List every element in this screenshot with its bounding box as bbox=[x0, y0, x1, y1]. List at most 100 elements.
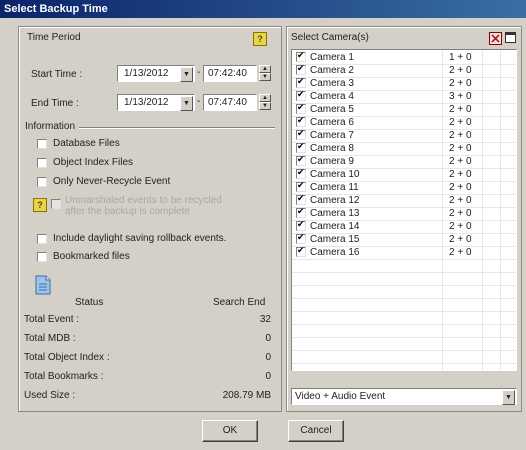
status-row-value: 0 bbox=[265, 333, 271, 344]
status-row: Used Size : 208.79 MB bbox=[24, 390, 271, 403]
cameras-title: Select Camera(s) bbox=[291, 32, 369, 43]
start-time-value: 07:42:40 bbox=[208, 68, 247, 79]
cameras-panel: Select Camera(s) Camera 1 1 + 0 Camera 2 2… bbox=[286, 26, 522, 412]
camera-row[interactable]: Camera 5 2 + 0 bbox=[292, 102, 516, 117]
camera-name: Camera 8 bbox=[310, 143, 354, 154]
spin-up-icon[interactable]: ▲ bbox=[259, 65, 271, 73]
cancel-button[interactable]: Cancel bbox=[288, 420, 344, 442]
camera-row[interactable]: Camera 6 2 + 0 bbox=[292, 115, 516, 130]
camera-row[interactable]: Camera 3 2 + 0 bbox=[292, 76, 516, 91]
camera-name: Camera 6 bbox=[310, 117, 354, 128]
camera-count: 2 + 0 bbox=[449, 208, 472, 219]
camera-name: Camera 4 bbox=[310, 91, 354, 102]
search-end-header: Search End bbox=[213, 297, 266, 308]
camera-name: Camera 9 bbox=[310, 156, 354, 167]
start-date-value: 1/13/2012 bbox=[124, 68, 169, 79]
ok-button[interactable]: OK bbox=[202, 420, 258, 442]
camera-checkbox[interactable] bbox=[296, 206, 306, 218]
camera-checkbox[interactable] bbox=[296, 63, 306, 75]
camera-checkbox[interactable] bbox=[296, 128, 306, 140]
status-row-label: Used Size : bbox=[24, 390, 76, 401]
status-row-label: Total Event : bbox=[24, 314, 80, 325]
camera-checkbox[interactable] bbox=[296, 76, 306, 88]
camera-name: Camera 1 bbox=[310, 52, 354, 63]
camera-row[interactable]: Camera 15 2 + 0 bbox=[292, 232, 516, 247]
help-icon[interactable]: ? bbox=[253, 32, 267, 46]
status-row-label: Total MDB : bbox=[24, 333, 76, 344]
status-row: Total MDB : 0 bbox=[24, 333, 271, 346]
camera-count: 2 + 0 bbox=[449, 221, 472, 232]
camera-checkbox[interactable] bbox=[296, 50, 306, 62]
camera-checkbox[interactable] bbox=[296, 232, 306, 244]
start-time-label: Start Time : bbox=[31, 69, 83, 80]
camera-row[interactable]: Camera 7 2 + 0 bbox=[292, 128, 516, 143]
status-row-value: 0 bbox=[265, 352, 271, 363]
end-date-picker[interactable]: 1/13/2012 ▼ bbox=[117, 94, 195, 111]
event-type-dropdown[interactable]: Video + Audio Event ▼ bbox=[291, 388, 517, 405]
status-row-value: 208.79 MB bbox=[222, 390, 271, 401]
camera-row[interactable]: Camera 13 2 + 0 bbox=[292, 206, 516, 221]
camera-row[interactable]: Camera 12 2 + 0 bbox=[292, 193, 516, 208]
object-index-files-label: Object Index Files bbox=[53, 157, 134, 168]
camera-row[interactable]: Camera 10 2 + 0 bbox=[292, 167, 516, 182]
camera-checkbox[interactable] bbox=[296, 115, 306, 127]
unmarshaled-label-line2: after the backup is complete bbox=[65, 206, 191, 217]
separator-dash: - bbox=[197, 96, 201, 107]
camera-checkbox[interactable] bbox=[296, 245, 306, 257]
camera-row[interactable]: Camera 9 2 + 0 bbox=[292, 154, 516, 169]
spin-down-icon[interactable]: ▼ bbox=[259, 102, 271, 110]
camera-row[interactable]: Camera 8 2 + 0 bbox=[292, 141, 516, 156]
camera-checkbox[interactable] bbox=[296, 102, 306, 114]
empty-row bbox=[292, 337, 516, 351]
camera-name: Camera 14 bbox=[310, 221, 360, 232]
window-icon[interactable] bbox=[505, 32, 516, 43]
status-row-label: Total Object Index : bbox=[24, 352, 110, 363]
start-date-picker[interactable]: 1/13/2012 ▼ bbox=[117, 65, 195, 82]
camera-name: Camera 11 bbox=[310, 182, 359, 193]
daylight-saving-checkbox[interactable] bbox=[37, 234, 47, 244]
end-time-field[interactable]: 07:47:40 bbox=[203, 94, 257, 111]
camera-row[interactable]: Camera 16 2 + 0 bbox=[292, 245, 516, 260]
camera-list[interactable]: Camera 1 1 + 0 Camera 2 2 + 0 Camera 3 2 + … bbox=[291, 49, 517, 371]
status-row-value: 32 bbox=[259, 314, 271, 325]
start-time-spinner[interactable]: ▲ ▼ bbox=[259, 65, 271, 81]
camera-checkbox[interactable] bbox=[296, 154, 306, 166]
camera-checkbox[interactable] bbox=[296, 167, 306, 179]
chevron-down-icon[interactable]: ▼ bbox=[502, 390, 515, 405]
window-title: Select Backup Time bbox=[0, 0, 526, 18]
chevron-down-icon[interactable]: ▼ bbox=[180, 96, 193, 111]
camera-row[interactable]: Camera 11 2 + 0 bbox=[292, 180, 516, 195]
camera-checkbox[interactable] bbox=[296, 89, 306, 101]
end-time-value: 07:47:40 bbox=[208, 97, 247, 108]
camera-name: Camera 7 bbox=[310, 130, 354, 141]
camera-count: 2 + 0 bbox=[449, 247, 472, 258]
empty-row bbox=[292, 324, 516, 338]
end-time-spinner[interactable]: ▲ ▼ bbox=[259, 94, 271, 110]
chevron-down-icon[interactable]: ▼ bbox=[180, 67, 193, 82]
status-header: Status bbox=[75, 297, 104, 308]
camera-checkbox[interactable] bbox=[296, 193, 306, 205]
camera-checkbox[interactable] bbox=[296, 180, 306, 192]
bookmarked-files-checkbox[interactable] bbox=[37, 252, 47, 262]
start-time-field[interactable]: 07:42:40 bbox=[203, 65, 257, 82]
empty-row bbox=[292, 311, 516, 325]
camera-row[interactable]: Camera 14 2 + 0 bbox=[292, 219, 516, 234]
unmarshaled-label-line1: Unmarshaled events to be recycled bbox=[65, 195, 222, 206]
unmarshaled-checkbox bbox=[51, 199, 61, 209]
camera-name: Camera 10 bbox=[310, 169, 360, 180]
camera-row[interactable]: Camera 1 1 + 0 bbox=[292, 50, 516, 65]
separator-dash: - bbox=[197, 67, 201, 78]
camera-count: 2 + 0 bbox=[449, 195, 472, 206]
remove-cameras-icon[interactable] bbox=[489, 32, 502, 45]
database-files-checkbox[interactable] bbox=[37, 139, 47, 149]
database-files-label: Database Files bbox=[53, 138, 120, 149]
never-recycle-checkbox[interactable] bbox=[37, 177, 47, 187]
spin-up-icon[interactable]: ▲ bbox=[259, 94, 271, 102]
camera-row[interactable]: Camera 4 3 + 0 bbox=[292, 89, 516, 104]
info-icon: ? bbox=[33, 198, 47, 212]
camera-checkbox[interactable] bbox=[296, 141, 306, 153]
spin-down-icon[interactable]: ▼ bbox=[259, 73, 271, 81]
camera-checkbox[interactable] bbox=[296, 219, 306, 231]
object-index-files-checkbox[interactable] bbox=[37, 158, 47, 168]
camera-row[interactable]: Camera 2 2 + 0 bbox=[292, 63, 516, 78]
